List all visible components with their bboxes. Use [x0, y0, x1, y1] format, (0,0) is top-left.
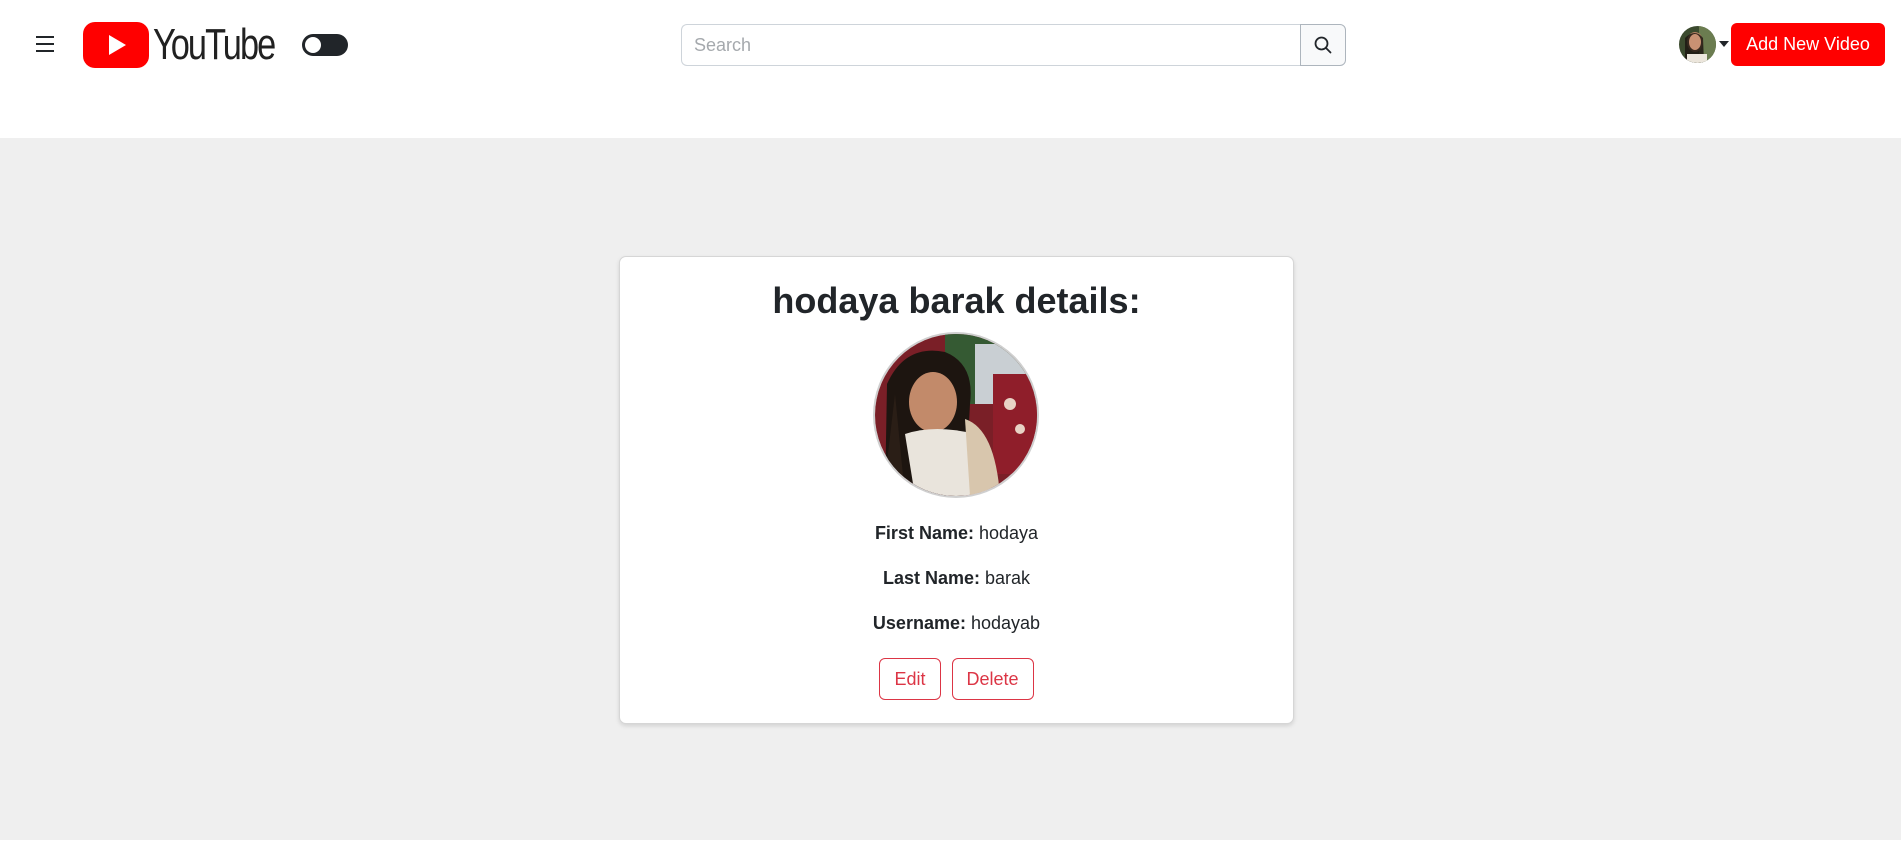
search-button[interactable]: [1300, 24, 1346, 66]
theme-toggle-switch[interactable]: [302, 34, 348, 56]
youtube-logo[interactable]: YouTube: [83, 20, 308, 70]
search-bar: [681, 24, 1346, 66]
youtube-play-icon: [83, 22, 149, 68]
last-name-label: Last Name:: [882, 568, 980, 588]
youtube-wordmark: YouTube: [153, 20, 276, 69]
username-value: hodayab: [970, 613, 1041, 633]
profile-photo: [873, 332, 1039, 498]
action-buttons: Edit Delete: [620, 658, 1293, 700]
toggle-knob: [305, 37, 321, 53]
username-label: Username:: [872, 613, 966, 633]
user-details-card: hodaya barak details: First Name: hodaya…: [619, 256, 1294, 724]
add-new-video-button[interactable]: Add New Video: [1731, 23, 1885, 66]
caret-down-icon[interactable]: [1719, 41, 1729, 47]
first-name-row: First Name: hodaya: [620, 523, 1293, 544]
search-icon: [1314, 36, 1332, 54]
last-name-row: Last Name: barak: [620, 568, 1293, 589]
delete-button[interactable]: Delete: [951, 658, 1034, 700]
last-name-value: barak: [985, 568, 1031, 588]
edit-button[interactable]: Edit: [879, 658, 941, 700]
first-name-label: First Name:: [874, 523, 974, 543]
hamburger-menu-icon[interactable]: [34, 36, 56, 56]
user-avatar[interactable]: [1679, 26, 1716, 63]
first-name-value: hodaya: [978, 523, 1039, 543]
page-title: hodaya barak details:: [772, 280, 1141, 321]
search-input[interactable]: [681, 24, 1300, 66]
top-navbar: YouTube Add New Video: [0, 0, 1901, 138]
username-row: Username: hodayab: [620, 613, 1293, 634]
